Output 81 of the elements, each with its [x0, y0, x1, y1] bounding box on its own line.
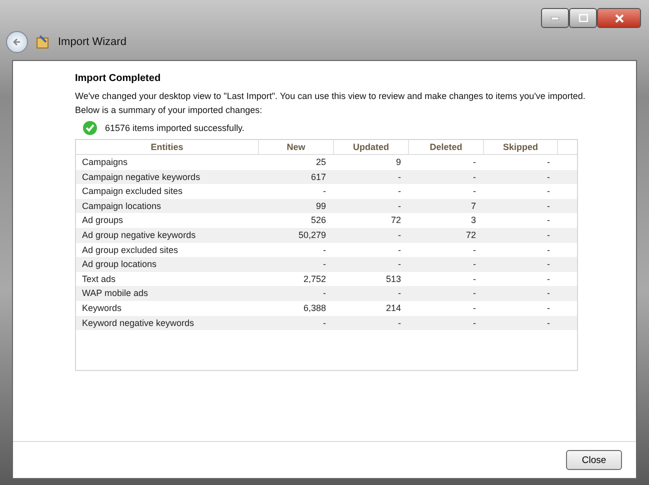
table-cell-text: -: [472, 302, 477, 315]
table-cell-text: -: [546, 244, 551, 257]
table-cell-text: -: [472, 287, 477, 300]
minimize-icon: [551, 16, 559, 20]
success-check-icon: [83, 121, 97, 135]
table-cell-text: -: [546, 156, 551, 169]
table-cell-text: -: [397, 258, 402, 272]
table-cell-text: -: [397, 200, 402, 213]
column-header[interactable]: Deleted: [409, 140, 484, 154]
table-cell-text: 6,388: [302, 302, 327, 315]
table-cell-text: -: [322, 244, 327, 257]
table-cell-text: -: [546, 287, 551, 300]
back-button[interactable]: [6, 31, 28, 53]
column-header[interactable]: Updated: [334, 140, 409, 154]
table-cell-text: Text ads: [81, 272, 117, 286]
status-text: 61576 items imported successfully.: [105, 122, 244, 135]
table-cell-text: 3: [470, 214, 477, 228]
table-cell-text: 72: [464, 228, 477, 242]
table-cell-text: -: [546, 200, 551, 213]
table-cell-text: Ad group negative keywords: [81, 228, 197, 242]
table-cell-text: 72: [390, 214, 402, 228]
table-cell-text: 9: [394, 156, 402, 169]
table-cell-text: Campaign negative keywords: [81, 170, 202, 184]
table-cell-text: 99: [314, 200, 327, 213]
table-cell-text: -: [472, 185, 477, 198]
table-cell-text: -: [546, 302, 551, 315]
table-cell-text: -: [472, 170, 477, 184]
table-cell-text: -: [397, 244, 402, 257]
table-cell-text: -: [397, 316, 402, 330]
table-cell-text: -: [322, 185, 327, 198]
summary-intro-text: Below is a summary of your imported changes:: [75, 104, 262, 117]
table-cell-text: -: [322, 287, 327, 300]
table-cell-text: Ad group locations: [81, 258, 158, 272]
table-cell-text: -: [322, 316, 327, 330]
table-cell-text: -: [546, 228, 551, 242]
description-text: We've changed your desktop view to "Last Import". You can use this view to review and make changes to items you've imported.: [75, 90, 586, 103]
table-cell-text: 25: [314, 156, 327, 169]
table-cell-text: -: [322, 258, 327, 272]
table-cell-text: -: [546, 185, 551, 198]
table-cell-text: -: [546, 170, 551, 184]
maximize-icon: [578, 14, 588, 22]
maximize-button[interactable]: [569, 8, 597, 28]
table-cell-text: Campaign excluded sites: [81, 185, 184, 198]
table-cell-text: -: [397, 228, 402, 242]
table-cell-text: -: [546, 272, 551, 286]
table-cell-text: Ad group excluded sites: [81, 244, 180, 257]
minimize-button[interactable]: [541, 8, 569, 28]
column-header[interactable]: Entities: [76, 140, 259, 154]
table-cell-text: -: [397, 170, 402, 184]
table-cell-text: -: [546, 258, 551, 272]
table-cell-text: 7: [470, 200, 477, 213]
table-cell-text: -: [472, 258, 477, 272]
wizard-icon: [36, 35, 50, 49]
table-cell-text: Campaigns: [81, 156, 129, 169]
table-cell-text: 50,279: [297, 228, 327, 242]
table-cell-text: Campaign locations: [81, 200, 162, 213]
table-cell-text: WAP mobile ads: [81, 287, 150, 300]
close-button[interactable]: Close: [566, 450, 622, 470]
column-header[interactable]: Skipped: [484, 140, 558, 154]
table-cell-text: -: [472, 272, 477, 286]
table-cell-text: -: [546, 214, 551, 228]
table-cell-text: -: [472, 244, 477, 257]
back-arrow-icon: [12, 37, 22, 47]
table-cell-text: 526: [310, 214, 327, 228]
column-header[interactable]: New: [259, 140, 334, 154]
table-cell-text: -: [472, 156, 477, 169]
table-cell-text: 214: [384, 302, 402, 315]
table-cell-text: -: [472, 316, 477, 330]
window-title: Import Wizard: [58, 36, 126, 48]
table-cell-text: Keyword negative keywords: [81, 316, 196, 330]
table-cell-text: Ad groups: [81, 214, 124, 228]
table-cell-text: -: [397, 185, 402, 198]
close-icon: [614, 14, 624, 22]
table-cell-text: 513: [384, 272, 402, 286]
table-cell-text: -: [397, 287, 402, 300]
close-window-button[interactable]: [597, 8, 641, 28]
table-cell-text: 617: [310, 170, 327, 184]
table-cell-text: -: [546, 316, 551, 330]
table-cell-text: Keywords: [81, 302, 123, 315]
table-cell-text: 2,752: [302, 272, 327, 286]
heading: Import Completed: [75, 73, 162, 84]
